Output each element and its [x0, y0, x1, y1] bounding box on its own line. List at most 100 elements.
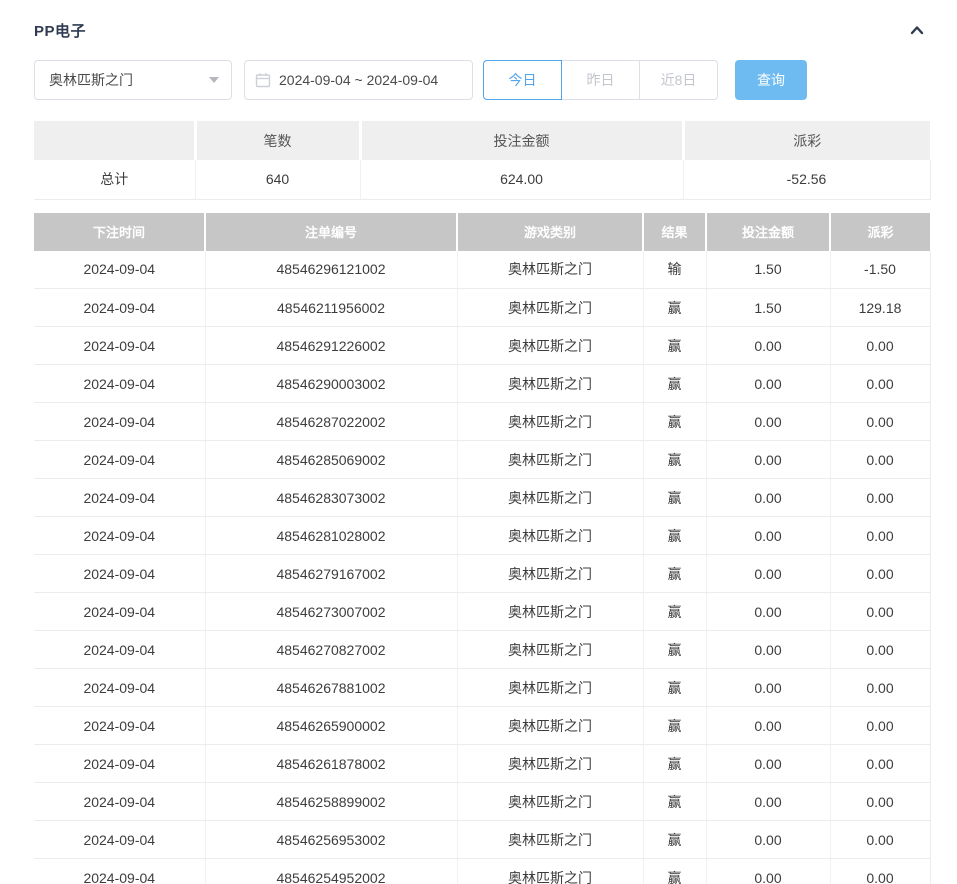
last8days-button[interactable]: 近8日: [639, 60, 718, 100]
game-select[interactable]: 奥林匹斯之门: [34, 60, 232, 100]
bet-time-cell: 2024-09-04: [34, 517, 205, 555]
yesterday-button[interactable]: 昨日: [561, 60, 640, 100]
payout-cell: 0.00: [830, 745, 930, 783]
header-bet-amount: 投注金额: [706, 213, 830, 251]
bet-id-cell: 48546287022002: [205, 403, 457, 441]
payout-cell: 0.00: [830, 707, 930, 745]
bet-time-cell: 2024-09-04: [34, 555, 205, 593]
table-row: 2024-09-0448546267881002奥林匹斯之门赢0.000.00: [34, 669, 930, 707]
table-row: 2024-09-0448546261878002奥林匹斯之门赢0.000.00: [34, 745, 930, 783]
bet-amount-cell: 0.00: [706, 783, 830, 821]
payout-cell: 0.00: [830, 517, 930, 555]
header-game-type: 游戏类别: [457, 213, 643, 251]
result-cell: 赢: [643, 517, 706, 555]
bet-records-table: 下注时间 注单编号 游戏类别 结果 投注金额 派彩 2024-09-044854…: [34, 213, 931, 884]
bet-amount-cell: 0.00: [706, 859, 830, 884]
result-cell: 赢: [643, 403, 706, 441]
quick-range-group: 今日 昨日 近8日: [483, 60, 718, 100]
table-row: 2024-09-0448546256953002奥林匹斯之门赢0.000.00: [34, 821, 930, 859]
result-cell: 赢: [643, 479, 706, 517]
bet-time-cell: 2024-09-04: [34, 251, 205, 289]
bet-time-cell: 2024-09-04: [34, 327, 205, 365]
table-row: 2024-09-0448546279167002奥林匹斯之门赢0.000.00: [34, 555, 930, 593]
summary-header-row: 笔数 投注金额 派彩: [34, 121, 930, 160]
bet-id-cell: 48546265900002: [205, 707, 457, 745]
bet-id-cell: 48546270827002: [205, 631, 457, 669]
date-range-value: 2024-09-04 ~ 2024-09-04: [279, 72, 438, 88]
game-type-cell: 奥林匹斯之门: [457, 631, 643, 669]
bet-amount-cell: 0.00: [706, 555, 830, 593]
table-row: 2024-09-0448546291226002奥林匹斯之门赢0.000.00: [34, 327, 930, 365]
table-row: 2024-09-0448546265900002奥林匹斯之门赢0.000.00: [34, 707, 930, 745]
bet-table-body: 2024-09-0448546296121002奥林匹斯之门输1.50-1.50…: [34, 251, 930, 884]
bet-time-cell: 2024-09-04: [34, 479, 205, 517]
table-row: 2024-09-0448546287022002奥林匹斯之门赢0.000.00: [34, 403, 930, 441]
summary-table: 笔数 投注金额 派彩 总计 640 624.00 -52.56: [34, 121, 931, 200]
game-type-cell: 奥林匹斯之门: [457, 517, 643, 555]
game-type-cell: 奥林匹斯之门: [457, 555, 643, 593]
payout-cell: 0.00: [830, 403, 930, 441]
bet-amount-cell: 0.00: [706, 441, 830, 479]
game-type-cell: 奥林匹斯之门: [457, 289, 643, 327]
table-row: 2024-09-0448546211956002奥林匹斯之门赢1.50129.1…: [34, 289, 930, 327]
bet-time-cell: 2024-09-04: [34, 631, 205, 669]
bet-amount-cell: 0.00: [706, 707, 830, 745]
game-select-value: 奥林匹斯之门: [49, 70, 133, 90]
bet-time-cell: 2024-09-04: [34, 365, 205, 403]
collapse-button[interactable]: [904, 17, 930, 43]
game-type-cell: 奥林匹斯之门: [457, 593, 643, 631]
payout-cell: 0.00: [830, 593, 930, 631]
result-cell: 赢: [643, 441, 706, 479]
summary-header-bet-amount: 投注金额: [360, 121, 683, 160]
game-type-cell: 奥林匹斯之门: [457, 479, 643, 517]
game-type-cell: 奥林匹斯之门: [457, 327, 643, 365]
bet-amount-cell: 0.00: [706, 593, 830, 631]
bet-amount-cell: 0.00: [706, 631, 830, 669]
bet-amount-cell: 0.00: [706, 403, 830, 441]
payout-cell: 0.00: [830, 479, 930, 517]
table-row: 2024-09-0448546283073002奥林匹斯之门赢0.000.00: [34, 479, 930, 517]
game-type-cell: 奥林匹斯之门: [457, 745, 643, 783]
bet-time-cell: 2024-09-04: [34, 289, 205, 327]
result-cell: 赢: [643, 365, 706, 403]
result-cell: 赢: [643, 327, 706, 365]
chevron-down-icon: [209, 77, 219, 83]
bet-amount-cell: 0.00: [706, 669, 830, 707]
bet-amount-cell: 1.50: [706, 289, 830, 327]
today-button[interactable]: 今日: [483, 60, 562, 100]
summary-total-payout: -52.56: [683, 160, 930, 199]
payout-cell: 0.00: [830, 783, 930, 821]
bet-time-cell: 2024-09-04: [34, 669, 205, 707]
date-range-input[interactable]: 2024-09-04 ~ 2024-09-04: [244, 60, 473, 100]
bet-amount-cell: 0.00: [706, 365, 830, 403]
game-type-cell: 奥林匹斯之门: [457, 859, 643, 884]
result-cell: 赢: [643, 745, 706, 783]
result-cell: 赢: [643, 859, 706, 884]
table-row: 2024-09-0448546254952002奥林匹斯之门赢0.000.00: [34, 859, 930, 884]
game-type-cell: 奥林匹斯之门: [457, 821, 643, 859]
summary-total-bet-amount: 624.00: [360, 160, 683, 199]
result-cell: 赢: [643, 593, 706, 631]
game-type-cell: 奥林匹斯之门: [457, 669, 643, 707]
result-cell: 赢: [643, 707, 706, 745]
game-type-cell: 奥林匹斯之门: [457, 707, 643, 745]
bet-time-cell: 2024-09-04: [34, 593, 205, 631]
bet-id-cell: 48546256953002: [205, 821, 457, 859]
bet-amount-cell: 0.00: [706, 327, 830, 365]
bet-time-cell: 2024-09-04: [34, 403, 205, 441]
payout-cell: 0.00: [830, 365, 930, 403]
bet-id-cell: 48546290003002: [205, 365, 457, 403]
pp-electronic-panel: PP电子 奥林匹斯之门 2024-09-04 ~ 2024-09-04 今日 昨…: [0, 0, 957, 884]
bet-amount-cell: 0.00: [706, 745, 830, 783]
header-bet-time: 下注时间: [34, 213, 205, 251]
result-cell: 赢: [643, 289, 706, 327]
game-type-cell: 奥林匹斯之门: [457, 783, 643, 821]
query-button[interactable]: 查询: [735, 60, 807, 100]
table-header-row: 下注时间 注单编号 游戏类别 结果 投注金额 派彩: [34, 213, 930, 251]
bet-id-cell: 48546273007002: [205, 593, 457, 631]
payout-cell: 0.00: [830, 859, 930, 884]
payout-cell: 0.00: [830, 669, 930, 707]
bet-amount-cell: 0.00: [706, 479, 830, 517]
summary-header-payout: 派彩: [683, 121, 930, 160]
bet-time-cell: 2024-09-04: [34, 783, 205, 821]
